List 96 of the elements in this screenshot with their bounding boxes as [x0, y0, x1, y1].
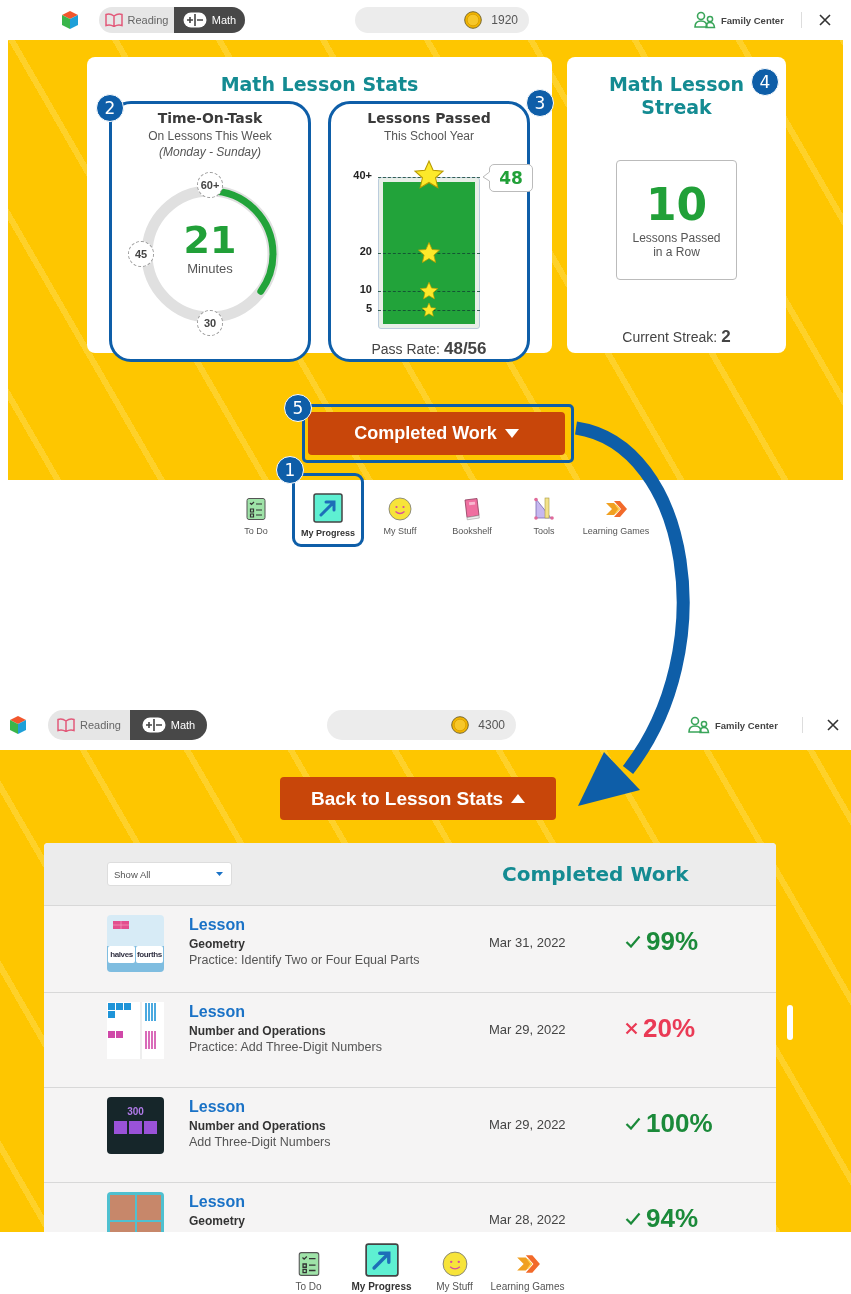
smiley-icon: [388, 497, 412, 521]
lesson-score: 94%: [646, 1203, 699, 1232]
scale-label: 30: [197, 310, 223, 336]
subject-tab[interactable]: Reading: [48, 710, 130, 740]
lesson-topic: Number and Operations: [189, 1118, 327, 1134]
coin-count: 1920: [491, 13, 518, 27]
star-icon: [413, 159, 445, 191]
ruler-triangle-icon: [532, 497, 556, 521]
pass-rate-value: 48/56: [443, 339, 487, 359]
tick-label: 5: [365, 302, 372, 314]
lesson-date: Mar 29, 2022: [489, 1022, 567, 1037]
tick-label: 20: [359, 245, 372, 257]
minutes-unit: Minutes: [187, 261, 233, 276]
scale-label: 45: [128, 241, 154, 267]
caret-down-icon: [504, 429, 519, 438]
book-icon: [57, 718, 75, 732]
completed-work-button[interactable]: Completed Work: [308, 412, 565, 455]
card-title: Math Lesson Stats: [220, 73, 419, 96]
smiley-icon: [441, 1251, 468, 1277]
lesson-type: Lesson: [189, 916, 246, 934]
coin-icon: [451, 716, 470, 734]
nav-item[interactable]: Bookshelf: [436, 480, 508, 550]
nav-item[interactable]: My Progress: [295, 476, 361, 544]
panel-title: Lessons Passed: [367, 109, 491, 128]
streak-caption: Lessons Passed in a Row: [631, 231, 722, 259]
lesson-type: Lesson: [189, 1003, 246, 1021]
nav-item[interactable]: Learning Games: [491, 1232, 564, 1294]
back-to-lesson-stats-button[interactable]: Back to Lesson Stats: [280, 777, 556, 820]
panel-title: Completed Work: [502, 862, 689, 886]
cube-logo-icon: [60, 10, 80, 30]
lesson-activity: Practice: Identify Two or Four Equal Parts: [189, 952, 421, 968]
lesson-topic: Geometry: [189, 936, 247, 952]
people-icon: [688, 716, 710, 734]
filter-dropdown[interactable]: Show All: [107, 862, 232, 886]
plus-minus-icon: [141, 717, 166, 733]
lesson-topic: Number and Operations: [189, 1023, 327, 1039]
people-icon: [694, 11, 716, 29]
cube-logo-icon: [8, 715, 28, 735]
nav-item[interactable]: My Stuff: [418, 1232, 491, 1294]
scroll-thumb[interactable]: [787, 1005, 793, 1040]
lesson-thumbnail: [107, 1002, 164, 1059]
caret-down-icon: [216, 872, 223, 876]
panel-subtitle: On Lessons This Week: [148, 128, 272, 144]
coin-count: 4300: [478, 718, 505, 732]
family-center-link[interactable]: Family Center: [688, 716, 778, 734]
scale-label: 60+: [197, 172, 223, 198]
checklist-icon: [244, 497, 268, 521]
panel-subtitle: This School Year: [383, 128, 475, 144]
family-center-link[interactable]: Family Center: [694, 11, 784, 29]
lesson-topic: Geometry: [189, 1213, 247, 1229]
check-icon: [625, 1117, 641, 1130]
tick-label: 10: [359, 283, 372, 295]
coin-icon: [464, 11, 483, 29]
lesson-date: Mar 31, 2022: [489, 935, 567, 950]
subject-tab[interactable]: Math: [174, 7, 245, 33]
star-icon: [419, 281, 439, 301]
lesson-activity: Add Three-Digit Numbers: [189, 1134, 332, 1150]
card-title: Math Lesson Streak: [607, 73, 746, 119]
panel-title: Time-On-Task: [157, 109, 263, 128]
block-row-drawing: [114, 1121, 157, 1134]
current-streak-value: 2: [721, 327, 731, 347]
lesson-type: Lesson: [189, 1098, 246, 1116]
check-icon: [625, 935, 641, 948]
date-range: (Monday - Sunday): [158, 144, 261, 160]
lesson-score: 20%: [643, 1013, 696, 1044]
star-icon: [421, 302, 437, 318]
lesson-activity: Practice: Add Three-Digit Numbers: [189, 1039, 383, 1055]
card-label: fourths: [136, 946, 163, 963]
star-icon: [417, 241, 441, 265]
cross-icon: [625, 1022, 638, 1035]
pass-rate-label: Pass Rate:: [371, 341, 440, 357]
lesson-type: Lesson: [189, 1193, 246, 1211]
book-icon: [104, 13, 123, 27]
thumbnail-number: 300: [127, 1106, 144, 1117]
streak-value: 10: [645, 181, 708, 229]
tick-label: 40+: [353, 169, 372, 181]
current-streak-label: Current Streak:: [622, 329, 718, 345]
count-callout: 48: [482, 164, 533, 192]
card-label: halves: [108, 946, 135, 963]
close-icon[interactable]: [826, 719, 839, 731]
caret-up-icon: [511, 794, 526, 803]
minutes-value: 21: [183, 219, 237, 261]
plus-minus-icon: [182, 12, 207, 28]
check-icon: [625, 1212, 641, 1225]
nav-item[interactable]: Learning Games: [580, 480, 652, 550]
fraction-strip-icon: [113, 921, 129, 929]
subject-tab[interactable]: Math: [130, 710, 207, 740]
subject-tab[interactable]: Reading: [99, 7, 174, 33]
nav-item[interactable]: To Do: [272, 1232, 345, 1294]
lesson-date: Mar 28, 2022: [489, 1212, 567, 1227]
lesson-score: 99%: [646, 926, 699, 957]
close-icon[interactable]: [818, 14, 831, 26]
lesson-date: Mar 29, 2022: [489, 1117, 567, 1132]
nav-item[interactable]: Tools: [508, 480, 580, 550]
nav-item[interactable]: My Stuff: [364, 480, 436, 550]
lesson-score: 100%: [646, 1108, 713, 1139]
